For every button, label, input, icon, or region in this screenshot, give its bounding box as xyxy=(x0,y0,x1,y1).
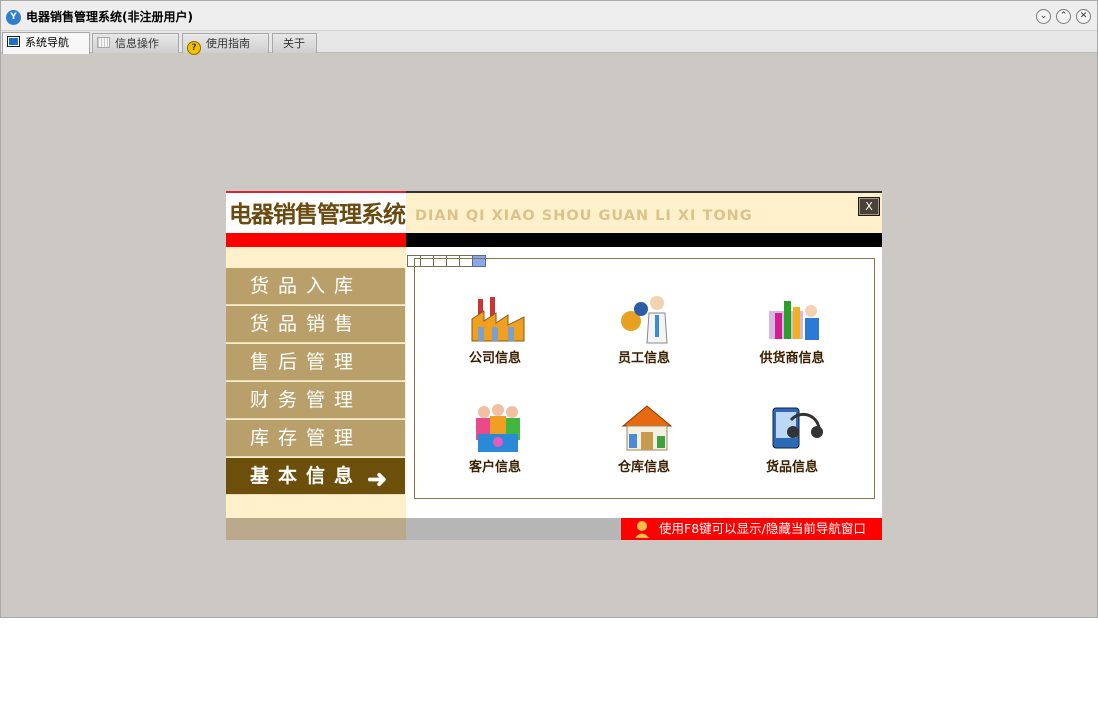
window-title: 电器销售管理系统(非注册用户) xyxy=(26,10,193,24)
menu-item-finance[interactable]: 财务管理 xyxy=(226,382,405,419)
menu-item-stock-in[interactable]: 货品入库 xyxy=(226,268,405,305)
navigation-panel: 电器销售管理系统 DIAN QI XIAO SHOU GUAN LI XI TO… xyxy=(226,191,882,540)
tile-label: 员工信息 xyxy=(617,351,670,366)
tile-customer-info[interactable]: 客户信息 xyxy=(440,402,550,482)
tab-user-guide[interactable]: ? 使用指南 xyxy=(182,33,269,55)
tile-company-info[interactable]: 公司信息 xyxy=(440,293,550,373)
tab-about[interactable]: 关于 xyxy=(272,33,317,53)
tab-label: 系统导航 xyxy=(25,36,69,49)
maximize-icon[interactable]: ⌃ xyxy=(1056,9,1071,24)
close-icon[interactable]: ✕ xyxy=(1076,9,1091,24)
brand-title: 电器销售管理系统 xyxy=(226,191,406,235)
menu-item-sales[interactable]: 货品销售 xyxy=(226,306,405,343)
tile-label: 公司信息 xyxy=(468,351,521,366)
tile-label: 客户信息 xyxy=(468,460,521,475)
content-area: 公司信息 员工信息 供货商信息 客户信息 仓库信息 货品信息 xyxy=(406,247,882,518)
tile-employee-info[interactable]: 员工信息 xyxy=(589,293,699,373)
tab-info-ops[interactable]: 信息操作 xyxy=(92,33,179,53)
tile-label: 货品信息 xyxy=(765,460,818,475)
app-window: Y 电器销售管理系统(非注册用户) ⌄ ⌃ ✕ 系统导航 信息操作 ? 使用指南 … xyxy=(0,0,1098,618)
tab-system-nav[interactable]: 系统导航 xyxy=(2,32,90,54)
panel-close-button[interactable]: X xyxy=(858,197,880,216)
accent-bar-red xyxy=(226,233,406,247)
tab-label: 信息操作 xyxy=(115,37,159,50)
supplier-icon xyxy=(769,301,819,340)
tab-bar: 系统导航 信息操作 ? 使用指南 关于 xyxy=(1,31,1097,55)
minimize-icon[interactable]: ⌄ xyxy=(1036,9,1051,24)
app-logo-icon: Y xyxy=(6,10,21,25)
goods-icon xyxy=(772,407,823,449)
grid-icon xyxy=(97,37,110,48)
warehouse-icon xyxy=(621,405,673,451)
tile-supplier-info[interactable]: 供货商信息 xyxy=(737,293,847,373)
tile-label: 供货商信息 xyxy=(759,351,825,366)
tiles-frame: 公司信息 员工信息 供货商信息 客户信息 仓库信息 货品信息 xyxy=(414,258,875,499)
tile-goods-info[interactable]: 货品信息 xyxy=(737,402,847,482)
menu-item-inventory[interactable]: 库存管理 xyxy=(226,420,405,457)
employee-icon xyxy=(621,296,668,344)
tile-warehouse-info[interactable]: 仓库信息 xyxy=(589,402,699,482)
factory-icon xyxy=(471,297,525,342)
side-menu: 货品入库 货品销售 售后管理 财务管理 库存管理 基本信息 ➜ xyxy=(226,247,406,518)
user-hint-icon xyxy=(635,521,649,538)
tab-label: 使用指南 xyxy=(206,37,250,50)
brand-pinyin: DIAN QI XIAO SHOU GUAN LI XI TONG xyxy=(406,191,882,235)
hint-bar: 使用F8键可以显示/隐藏当前导航窗口 xyxy=(621,518,882,540)
status-strip-middle xyxy=(406,518,621,540)
tab-label: 关于 xyxy=(283,37,305,50)
hint-text: 使用F8键可以显示/隐藏当前导航窗口 xyxy=(659,521,866,536)
menu-item-label: 基本信息 xyxy=(250,465,363,487)
monitor-icon xyxy=(7,36,20,47)
title-bar: Y 电器销售管理系统(非注册用户) ⌄ ⌃ ✕ xyxy=(1,1,1097,31)
menu-item-basic-info[interactable]: 基本信息 ➜ xyxy=(226,458,405,495)
status-strip-left xyxy=(226,518,406,540)
guide-icon: ? xyxy=(187,41,201,55)
tile-label: 仓库信息 xyxy=(617,460,670,475)
accent-bar-black xyxy=(406,233,882,247)
menu-item-after-sales[interactable]: 售后管理 xyxy=(226,344,405,381)
arrow-right-icon: ➜ xyxy=(367,464,388,493)
customers-icon xyxy=(476,404,520,452)
